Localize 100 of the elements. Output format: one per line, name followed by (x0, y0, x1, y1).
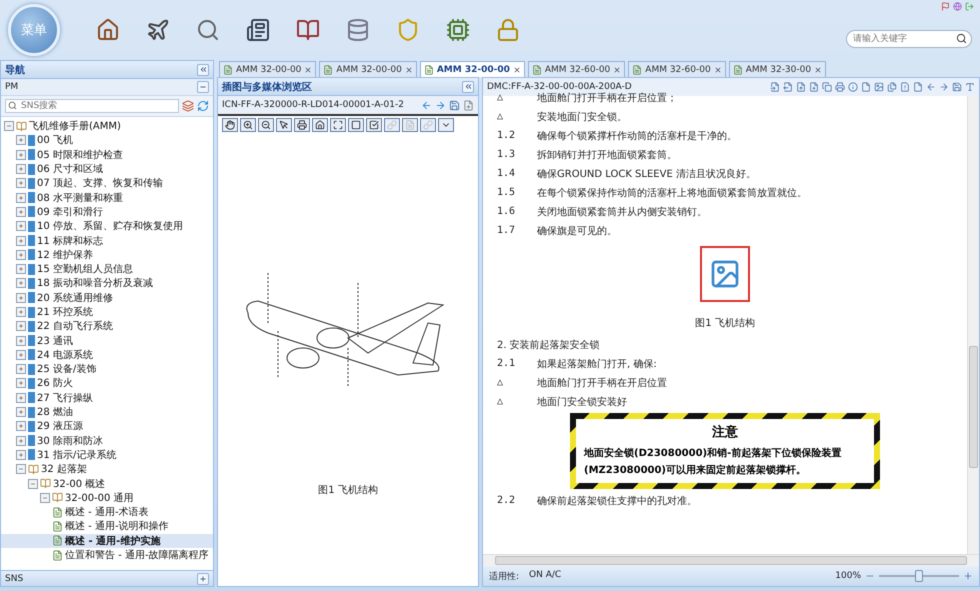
document-tab[interactable]: AMM 32-60-00 (628, 61, 726, 77)
tree-item[interactable]: 32 起落架 (1, 462, 213, 476)
tree-item[interactable]: 27 飞行操纵 (1, 390, 213, 405)
vertical-scrollbar[interactable] (967, 96, 979, 554)
tree-item[interactable]: 15 空勤机组人员信息 (1, 262, 213, 276)
toolbar-icon[interactable] (861, 82, 871, 92)
tool-button[interactable] (240, 118, 256, 132)
close-icon[interactable] (304, 66, 312, 74)
toolbar-icon[interactable] (783, 82, 793, 92)
expand-icon[interactable] (16, 206, 26, 217)
toolbar-icon[interactable] (900, 82, 910, 92)
expand-icon[interactable] (16, 178, 26, 188)
collapse-icon[interactable] (16, 464, 26, 474)
document-tab[interactable]: AMM 32-00-00 (219, 61, 316, 77)
tree-item[interactable]: 23 通讯 (1, 333, 213, 348)
dropdown-button[interactable] (438, 118, 454, 132)
exit-icon[interactable] (965, 2, 974, 11)
save-icon[interactable] (449, 100, 460, 110)
expand-icon[interactable] (16, 436, 26, 446)
expand-icon[interactable] (16, 407, 26, 418)
toolbar-icon[interactable] (770, 82, 780, 92)
collapse-button[interactable] (462, 80, 474, 92)
expand-icon[interactable] (16, 421, 26, 432)
document-tab[interactable]: AMM 32-30-00 (728, 61, 826, 77)
document-tab[interactable]: AMM 32-00-00 (319, 61, 417, 77)
tree-item[interactable]: 概述 - 通用-说明和操作 (1, 519, 213, 534)
tree-item[interactable]: 飞机维修手册(AMM) (1, 119, 213, 134)
tree-item[interactable]: 31 指示/记录系统 (1, 448, 213, 462)
new-file-icon[interactable] (463, 100, 474, 110)
zoom-in-icon[interactable] (963, 571, 973, 581)
tree-item[interactable]: 22 自动飞行系统 (1, 319, 213, 334)
tool-button[interactable] (276, 118, 292, 132)
expand-icon[interactable] (16, 164, 26, 174)
slider-thumb[interactable] (915, 570, 923, 582)
horizontal-scrollbar[interactable] (483, 554, 979, 566)
toolbar-icon[interactable] (926, 82, 936, 92)
collapse-icon[interactable] (28, 478, 38, 489)
expand-icon[interactable] (16, 450, 26, 460)
tree-item[interactable]: 00 飞机 (1, 133, 213, 148)
minimize-button[interactable] (197, 81, 209, 93)
expand-icon[interactable] (16, 307, 26, 317)
expand-icon[interactable] (16, 321, 26, 332)
expand-icon[interactable] (16, 250, 26, 260)
expand-icon[interactable] (16, 392, 26, 403)
refresh-icon[interactable] (197, 100, 209, 112)
search-field[interactable]: 请输入关键字 (846, 30, 972, 48)
toolbar-icon[interactable] (913, 82, 923, 92)
tree-item[interactable]: 29 液压源 (1, 419, 213, 434)
globe-icon[interactable] (953, 2, 962, 11)
close-icon[interactable] (613, 66, 622, 74)
tree-item[interactable]: 12 维护保养 (1, 248, 213, 262)
tree-item[interactable]: 位置和警告 - 通用-故障隔离程序 (1, 548, 213, 562)
close-icon[interactable] (814, 66, 822, 74)
tree-item[interactable]: 08 水平测量和称重 (1, 190, 213, 205)
hand-tool-button[interactable] (222, 118, 238, 132)
tree-item[interactable]: 21 环控系统 (1, 304, 213, 320)
tool-button[interactable] (294, 118, 310, 132)
tree-item[interactable]: 25 设备/装饰 (1, 362, 213, 376)
tool-button[interactable] (258, 118, 274, 132)
tree-item[interactable]: 26 防火 (1, 376, 213, 391)
expand-icon[interactable] (16, 221, 26, 232)
collapse-icon[interactable] (4, 121, 14, 132)
tree-item[interactable]: 32-00 概述 (1, 476, 213, 491)
tool-button[interactable] (348, 118, 364, 132)
expand-icon[interactable] (16, 364, 26, 374)
tree-item[interactable]: 20 系统通用维修 (1, 290, 213, 305)
flag-icon[interactable] (941, 2, 950, 11)
document-tab[interactable]: AMM 32-60-00 (528, 61, 626, 77)
close-icon[interactable] (404, 66, 413, 74)
toolbar-icon[interactable] (952, 82, 962, 92)
expand-icon[interactable] (16, 378, 26, 388)
collapse-icon[interactable] (40, 492, 50, 503)
back-arrow-icon[interactable] (421, 100, 432, 110)
expand-icon[interactable] (16, 150, 26, 160)
close-icon[interactable] (512, 66, 521, 74)
toolbar-icon[interactable] (835, 82, 845, 92)
toolbar-icon[interactable] (939, 82, 949, 92)
tree-item[interactable]: 概述 - 通用-维护实施 (1, 534, 213, 548)
toolbar-icon[interactable] (809, 82, 819, 92)
tool-button[interactable] (330, 118, 346, 132)
tree-item[interactable]: 18 振动和噪音分析及衰减 (1, 276, 213, 291)
expand-icon[interactable] (16, 350, 26, 360)
tool-button[interactable] (366, 118, 382, 132)
toolbar-icon[interactable] (796, 82, 806, 92)
toolbar-icon[interactable] (874, 82, 884, 92)
layers-icon[interactable] (182, 100, 194, 112)
collapse-button[interactable] (197, 64, 209, 76)
expand-icon[interactable] (16, 292, 26, 303)
tree-item[interactable]: 24 电源系统 (1, 348, 213, 362)
tree-item[interactable]: 概述 - 通用-术语表 (1, 505, 213, 520)
toolbar-icon[interactable] (887, 82, 897, 92)
tree-item[interactable]: 09 牵引和滑行 (1, 204, 213, 220)
tree-item[interactable]: 28 燃油 (1, 404, 213, 420)
tree-item[interactable]: 32-00-00 通用 (1, 490, 213, 506)
tree-item[interactable]: 30 除雨和防冰 (1, 434, 213, 448)
expand-icon[interactable] (16, 135, 26, 146)
tree-item[interactable]: 05 时限和维护检查 (1, 148, 213, 162)
tool-button[interactable] (312, 118, 328, 132)
image-thumbnail[interactable] (700, 246, 750, 302)
expand-icon[interactable] (16, 236, 26, 246)
